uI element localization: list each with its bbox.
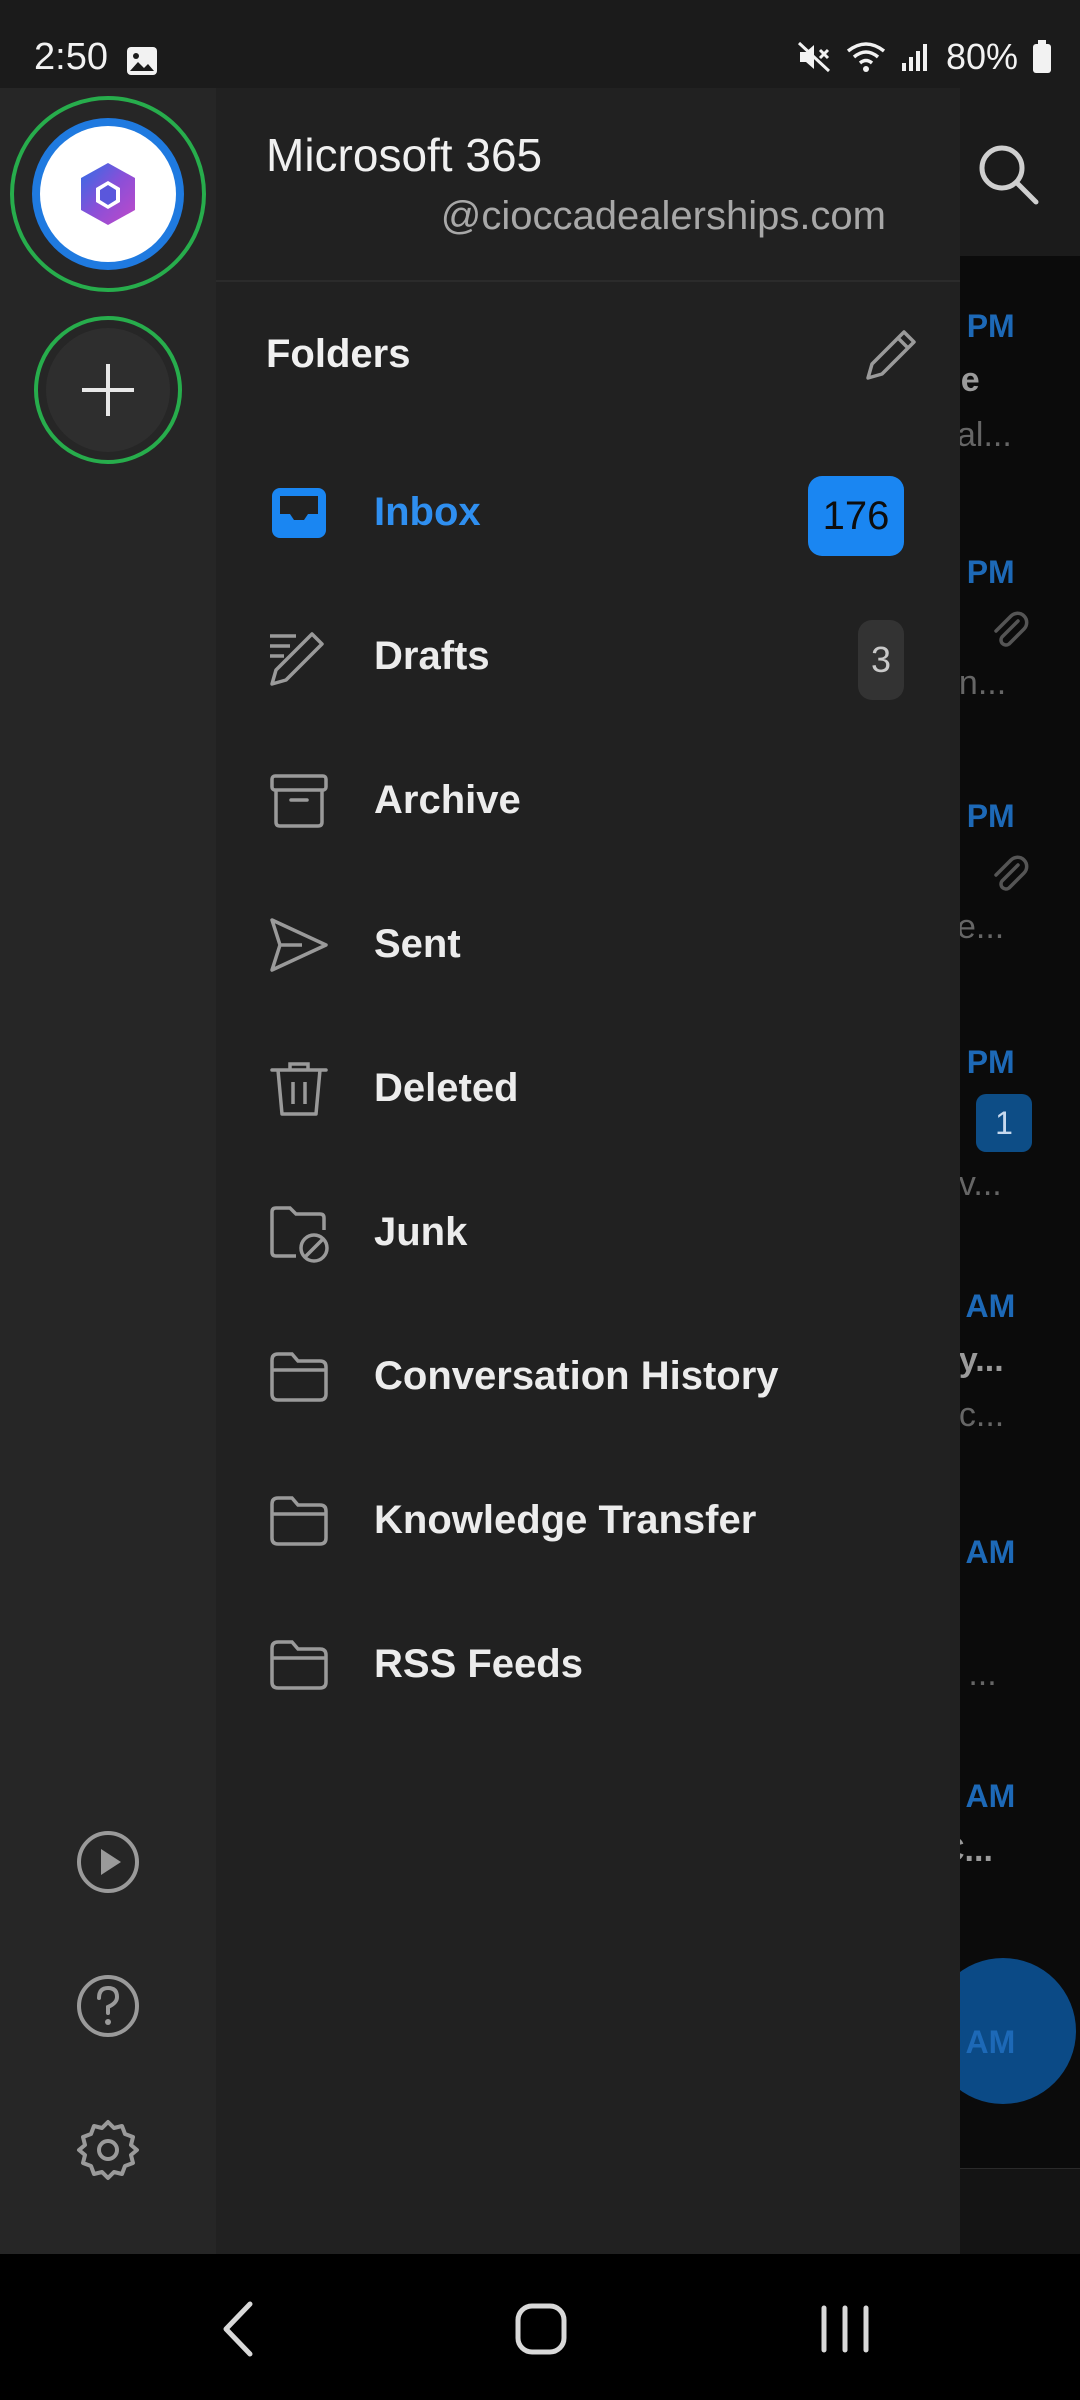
draft-count-badge: 3: [858, 620, 904, 700]
attachment-icon: [994, 855, 1029, 891]
folder-label: Conversation History: [374, 1354, 779, 1398]
divider: [216, 280, 960, 282]
folder-sent[interactable]: Sent: [216, 874, 960, 1018]
email-row[interactable]: 0 AM: [940, 2024, 1080, 2061]
recent-apps-icon[interactable]: [810, 2294, 880, 2364]
folder-label: RSS Feeds: [374, 1642, 583, 1686]
folders-heading: Folders: [266, 332, 411, 376]
plus-icon: [82, 364, 134, 416]
archive-icon: [270, 774, 328, 828]
battery-percent: 80%: [945, 36, 1018, 77]
account-email: @cioccadealerships.com: [440, 194, 886, 238]
folder-label: Archive: [374, 778, 521, 822]
folder-label: Sent: [374, 922, 461, 966]
folder-label: Junk: [374, 1210, 468, 1254]
back-icon[interactable]: [206, 2294, 276, 2364]
search-icon[interactable]: [974, 140, 1042, 208]
unread-badge: 1: [976, 1094, 1032, 1152]
home-icon[interactable]: [506, 2294, 576, 2364]
microsoft-365-logo-icon: [81, 163, 135, 225]
junk-folder-icon: [270, 1206, 329, 1263]
add-account-button[interactable]: [34, 316, 182, 464]
folder-label: Knowledge Transfer: [374, 1498, 757, 1542]
status-bar: 2:50 80%: [0, 0, 1080, 88]
folder-label: Inbox: [374, 490, 481, 534]
email-row[interactable]: 7 AM e ...: [940, 1534, 1080, 1694]
status-icons: 80%: [796, 36, 1052, 78]
email-row[interactable]: 4 PM ce...: [940, 798, 1080, 947]
folder-icon: [270, 1640, 328, 1690]
folder-knowledge-transfer[interactable]: Knowledge Transfer: [216, 1450, 960, 1594]
folder-deleted[interactable]: Deleted: [216, 1018, 960, 1162]
status-time: 2:50: [34, 36, 108, 78]
folder-junk[interactable]: Junk: [216, 1162, 960, 1306]
mute-icon: [797, 41, 830, 73]
folder-icon: [270, 1496, 328, 1546]
system-navigation-bar: [0, 2254, 1080, 2400]
inbox-icon: [272, 488, 326, 538]
email-row[interactable]: 4 AM C...: [940, 1778, 1080, 1870]
folder-drafts[interactable]: Drafts 3: [216, 586, 960, 730]
wifi-icon: [846, 42, 886, 72]
folder-conversation-history[interactable]: Conversation History: [216, 1306, 960, 1450]
help-icon[interactable]: [74, 1972, 142, 2040]
folder-archive[interactable]: Archive: [216, 730, 960, 874]
folder-drawer: Microsoft 365 @cioccadealerships.com Fol…: [216, 88, 960, 2254]
signal-icon: [901, 44, 927, 71]
trash-icon: [270, 1062, 328, 1116]
folder-label: Deleted: [374, 1066, 519, 1110]
account-name: Microsoft 365: [266, 129, 543, 181]
account-avatar-button[interactable]: [10, 96, 206, 292]
sent-icon: [270, 918, 328, 972]
folder-label: Drafts: [374, 634, 490, 678]
attachment-icon: [994, 611, 1029, 647]
email-row[interactable]: 5 AM ey... oc...: [940, 1288, 1080, 1435]
play-icon[interactable]: [74, 1828, 142, 1896]
folder-icon: [270, 1352, 328, 1402]
battery-icon: [1033, 40, 1051, 73]
unread-count-badge: 176: [808, 476, 904, 556]
settings-gear-icon[interactable]: [74, 2116, 142, 2184]
account-rail: [0, 88, 216, 2254]
folder-rss-feeds[interactable]: RSS Feeds: [216, 1594, 960, 1738]
drafts-icon: [270, 632, 324, 686]
folder-inbox[interactable]: Inbox 176: [216, 442, 960, 586]
gallery-icon: [127, 47, 157, 75]
edit-pencil-icon[interactable]: [860, 324, 922, 386]
email-row[interactable]: 3 PM on...: [940, 554, 1080, 703]
email-row[interactable]: 0 PM ue cal...: [940, 308, 1080, 455]
